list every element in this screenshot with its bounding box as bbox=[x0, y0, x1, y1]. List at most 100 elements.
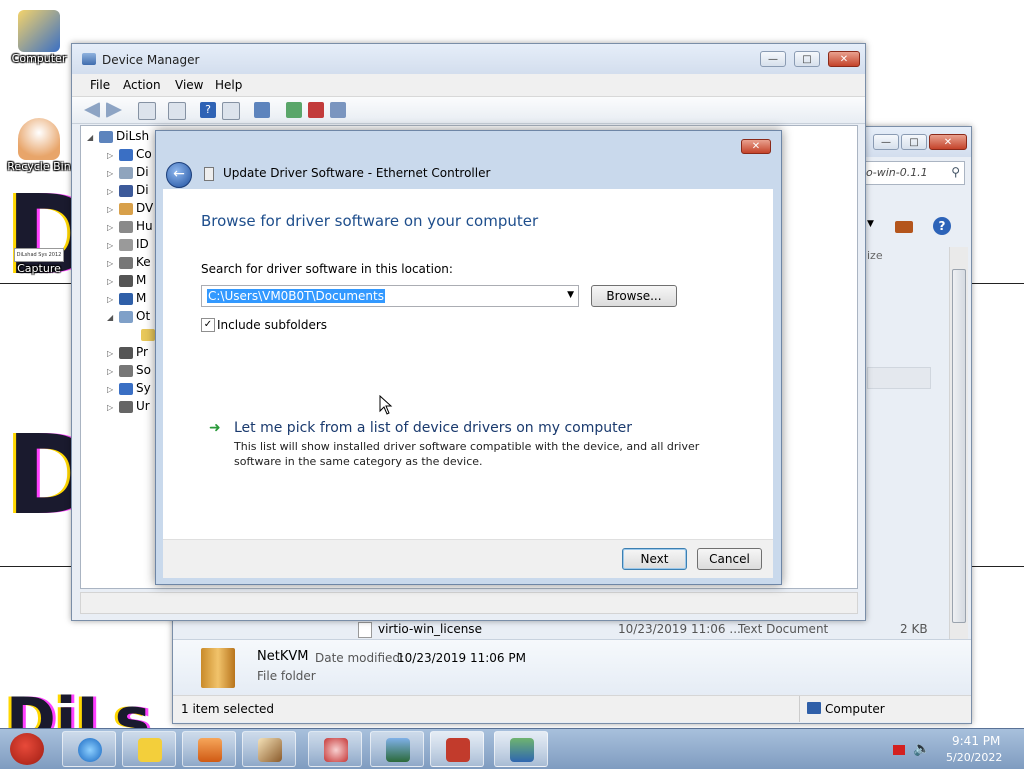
collapse-icon[interactable]: ◢ bbox=[107, 313, 115, 322]
collapse-icon[interactable]: ◢ bbox=[87, 133, 95, 142]
pick-from-list-link[interactable]: Let me pick from a list of device driver… bbox=[234, 420, 632, 436]
status-bar: 1 item selected Computer bbox=[173, 695, 971, 722]
chevron-down-icon[interactable]: ▼ bbox=[867, 219, 874, 229]
expand-icon[interactable]: ▷ bbox=[107, 205, 115, 214]
expand-icon[interactable]: ▷ bbox=[107, 385, 115, 394]
close-button[interactable]: ✕ bbox=[828, 51, 860, 67]
tree-item[interactable]: ▷ Hu bbox=[107, 219, 153, 237]
expand-icon[interactable]: ▷ bbox=[107, 223, 115, 232]
expand-icon[interactable]: ▷ bbox=[107, 367, 115, 376]
expand-icon[interactable]: ▷ bbox=[107, 259, 115, 268]
expand-icon[interactable]: ▷ bbox=[107, 349, 115, 358]
view-icon[interactable] bbox=[222, 102, 240, 120]
taskbar-app-picture-viewer[interactable] bbox=[370, 731, 424, 767]
scrollbar-thumb[interactable] bbox=[952, 269, 966, 623]
tree-item[interactable]: ▷ M bbox=[107, 273, 146, 291]
taskbar-app-snipping-tool[interactable] bbox=[308, 731, 362, 767]
device-category-icon bbox=[119, 256, 133, 269]
toolbar: ? bbox=[72, 97, 865, 124]
close-button[interactable]: ✕ bbox=[929, 134, 967, 150]
clock-time[interactable]: 9:41 PM bbox=[952, 734, 1000, 748]
forward-arrow-icon[interactable] bbox=[106, 102, 122, 118]
expand-icon[interactable]: ▷ bbox=[107, 277, 115, 286]
pick-description-line1: This list will show installed driver sof… bbox=[234, 440, 700, 453]
tree-item[interactable]: ▷ ID bbox=[107, 237, 149, 255]
update-driver-icon[interactable] bbox=[286, 102, 302, 118]
maximize-button[interactable]: □ bbox=[794, 51, 820, 67]
taskbar-app-device-manager[interactable] bbox=[494, 731, 548, 767]
clock-date[interactable]: 5/20/2022 bbox=[946, 751, 1002, 764]
pick-description-line2: software in the same category as the dev… bbox=[234, 455, 483, 468]
menu-action[interactable]: Action bbox=[123, 78, 161, 92]
taskbar-app-internet-explorer[interactable] bbox=[62, 731, 116, 767]
menu-view[interactable]: View bbox=[175, 78, 203, 92]
angry-birds-icon bbox=[10, 733, 44, 765]
taskbar-app-windows-explorer[interactable] bbox=[122, 731, 176, 767]
tree-item[interactable]: ▷ Ur bbox=[107, 399, 150, 417]
desktop-icon-capture[interactable]: DiLshad Sys 2012 Capture bbox=[6, 248, 72, 275]
minimize-button[interactable]: — bbox=[760, 51, 786, 67]
computer-icon bbox=[18, 10, 60, 52]
volume-icon[interactable]: 🔈 bbox=[913, 741, 930, 757]
folder-icon bbox=[138, 738, 162, 762]
device-category-icon bbox=[119, 220, 133, 233]
scan-hardware-icon[interactable] bbox=[254, 102, 270, 118]
expand-icon[interactable]: ▷ bbox=[107, 295, 115, 304]
list-view-icon[interactable] bbox=[168, 102, 186, 120]
minimize-button[interactable]: — bbox=[873, 134, 899, 150]
device-category-icon bbox=[119, 400, 133, 413]
expand-icon[interactable]: ▷ bbox=[107, 241, 115, 250]
search-icon: ⚲ bbox=[951, 165, 960, 179]
help-icon[interactable]: ? bbox=[200, 102, 216, 118]
properties-view-icon[interactable] bbox=[138, 102, 156, 120]
tree-item[interactable]: ▷ So bbox=[107, 363, 151, 381]
maximize-button[interactable]: □ bbox=[901, 134, 927, 150]
expand-icon[interactable]: ▷ bbox=[107, 403, 115, 412]
enable-device-icon[interactable] bbox=[330, 102, 346, 118]
file-date: 10/23/2019 11:06 ... bbox=[618, 622, 741, 636]
chevron-down-icon[interactable]: ▼ bbox=[567, 290, 574, 300]
start-button[interactable] bbox=[4, 729, 50, 769]
device-category-icon bbox=[119, 166, 133, 179]
back-arrow-icon[interactable] bbox=[84, 102, 100, 118]
tree-root[interactable]: ◢ DiLsh bbox=[87, 129, 149, 147]
tree-item[interactable]: ▷ Di bbox=[107, 183, 149, 201]
flag-icon[interactable] bbox=[893, 745, 905, 755]
expand-icon[interactable]: ▷ bbox=[107, 151, 115, 160]
include-subfolders-checkbox[interactable]: ✓ bbox=[201, 318, 215, 332]
preview-pane-icon[interactable] bbox=[895, 221, 913, 233]
menu-file[interactable]: File bbox=[90, 78, 110, 92]
help-icon[interactable]: ? bbox=[933, 217, 951, 235]
uninstall-icon[interactable] bbox=[308, 102, 324, 118]
taskbar-app-media-player[interactable] bbox=[182, 731, 236, 767]
tree-item[interactable]: ▷ Di bbox=[107, 165, 149, 183]
table-row[interactable]: virtio-win_license 10/23/2019 11:06 ... … bbox=[358, 621, 948, 639]
tree-item[interactable]: ▷ DV bbox=[107, 201, 153, 219]
menu-help[interactable]: Help bbox=[215, 78, 242, 92]
browse-button[interactable]: Browse... bbox=[591, 285, 677, 307]
device-manager-icon bbox=[82, 53, 96, 65]
taskbar-app-paint[interactable] bbox=[242, 731, 296, 767]
scrollbar[interactable] bbox=[949, 247, 968, 639]
close-button[interactable]: ✕ bbox=[741, 139, 771, 154]
desktop-icon-recycle-bin[interactable]: Recycle Bin bbox=[6, 118, 72, 173]
details-kind: File folder bbox=[257, 669, 316, 683]
next-button[interactable]: Next bbox=[622, 548, 687, 570]
path-combobox[interactable]: C:\Users\VM0B0T\Documents ▼ bbox=[201, 285, 579, 307]
tree-item[interactable]: ▷ Sy bbox=[107, 381, 151, 399]
window-title: Device Manager bbox=[102, 53, 200, 67]
tree-item[interactable]: ▷ Co bbox=[107, 147, 152, 165]
tree-item[interactable]: ▷ Pr bbox=[107, 345, 148, 363]
column-header-size: ize bbox=[867, 249, 883, 262]
expand-icon[interactable]: ▷ bbox=[107, 187, 115, 196]
expand-icon[interactable]: ▷ bbox=[107, 169, 115, 178]
desktop-icon-computer[interactable]: Computer bbox=[6, 10, 72, 65]
device-category-icon bbox=[119, 364, 133, 377]
tree-item[interactable]: ◢ Ot bbox=[107, 309, 150, 327]
tree-item[interactable]: ▷ Ke bbox=[107, 255, 151, 273]
back-arrow-icon[interactable]: ← bbox=[166, 162, 192, 188]
search-box[interactable]: o-win-0.1.1 ⚲ bbox=[863, 161, 965, 185]
cancel-button[interactable]: Cancel bbox=[697, 548, 762, 570]
tree-item[interactable]: ▷ M bbox=[107, 291, 146, 309]
taskbar-app-toolbox[interactable] bbox=[430, 731, 484, 767]
